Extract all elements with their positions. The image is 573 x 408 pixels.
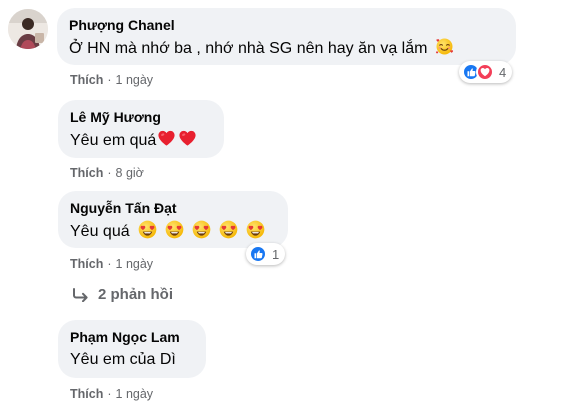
heart-eyes-icon [246,220,265,239]
like-button[interactable]: Thích [70,73,103,87]
comment-author[interactable]: Nguyễn Tấn Đạt [70,199,276,217]
like-reaction-icon [249,245,267,263]
reaction-summary[interactable]: 4 [459,61,513,83]
reaction-count: 1 [272,246,280,262]
comment-time[interactable]: 1 ngày [116,73,154,87]
red-heart-icon [178,129,197,148]
comment-author[interactable]: Phượng Chanel [69,16,504,34]
comment-text: Yêu quá [70,223,130,240]
comment-text-line: Yêu em quá [70,129,212,152]
like-button[interactable]: Thích [70,166,103,180]
comment-author[interactable]: Lê Mỹ Hương [70,108,212,126]
smiling-face-with-hearts-icon [435,37,454,56]
comment-bubble: Lê Mỹ Hương Yêu em quá [58,100,224,158]
separator: · [107,166,112,180]
separator: · [107,387,112,401]
comment-author[interactable]: Phạm Ngọc Lam [70,328,194,346]
heart-eyes-icon [138,220,157,239]
comment-time[interactable]: 1 ngày [116,387,154,401]
heart-eyes-icon [165,220,184,239]
comment-actions: Thích · 1 ngày [70,73,153,87]
like-button[interactable]: Thích [70,257,103,271]
comment-bubble: Phượng Chanel Ở HN mà nhớ ba , nhớ nhà S… [57,8,516,65]
comment-actions: Thích · 1 ngày [70,387,153,401]
like-button[interactable]: Thích [70,387,103,401]
comment-time[interactable]: 8 giờ [116,166,144,180]
separator: · [107,257,112,271]
reaction-summary[interactable]: 1 [246,243,286,265]
separator: · [107,73,112,87]
avatar-photo-icon [8,9,48,49]
heart-eyes-icon [192,220,211,239]
comment-actions: Thích · 8 giờ [70,166,144,180]
comment-text: Yêu em của Dì [70,351,176,368]
reply-arrow-icon [73,287,88,302]
comment-text: Ở HN mà nhớ ba , nhớ nhà SG nên hay ăn v… [69,40,428,57]
comment-text-line: Ở HN mà nhớ ba , nhớ nhà SG nên hay ăn v… [69,37,504,60]
comment-time[interactable]: 1 ngày [116,257,154,271]
red-heart-icon [157,129,176,148]
comment-bubble: Nguyễn Tấn Đạt Yêu quá [58,191,288,248]
comment-text-line: Yêu quá [70,220,276,243]
heart-eyes-icon [219,220,238,239]
avatar[interactable] [8,9,48,49]
view-replies-link[interactable]: 2 phản hồi [72,286,173,303]
replies-label: 2 phản hồi [98,286,173,303]
comment-actions: Thích · 1 ngày [70,257,153,271]
love-reaction-icon [476,63,494,81]
comment-text: Yêu em quá [70,132,157,149]
comment-bubble: Phạm Ngọc Lam Yêu em của Dì [58,320,206,378]
reaction-count: 4 [499,64,507,80]
